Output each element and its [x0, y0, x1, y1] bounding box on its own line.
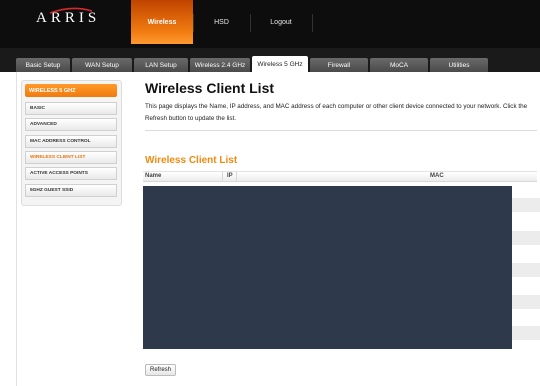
- divider: [145, 130, 537, 131]
- table-header: [143, 171, 537, 182]
- refresh-button[interactable]: Refresh: [145, 364, 177, 376]
- nav-separator: [312, 14, 313, 32]
- nav-logout[interactable]: Logout: [250, 0, 312, 44]
- tab-wireless-5ghz[interactable]: Wireless 5 GHz: [252, 56, 308, 72]
- column-header-name: Name: [145, 173, 162, 179]
- column-separator: [222, 171, 223, 182]
- sidebar-item-mac-address-control[interactable]: MAC ADDRESS CONTROL: [25, 135, 117, 148]
- content-left-border: [16, 72, 17, 386]
- sidebar-item-5ghz-guest-ssid[interactable]: 5GHZ GUEST SSID: [25, 184, 117, 197]
- sidebar-heading: WIRELESS 5 GHZ: [25, 84, 117, 97]
- section-title: Wireless Client List: [145, 155, 238, 166]
- table-row-stripe: [512, 295, 540, 309]
- nav-wireless[interactable]: Wireless: [131, 0, 193, 44]
- sidebar-item-active-access-points[interactable]: ACTIVE ACCESS POINTS: [25, 167, 117, 180]
- tab-moca[interactable]: MoCA: [370, 58, 428, 72]
- tab-basic-setup[interactable]: Basic Setup: [16, 58, 70, 72]
- tab-wan-setup[interactable]: WAN Setup: [72, 58, 132, 72]
- tab-utilities[interactable]: Utilities: [430, 58, 488, 72]
- table-row-stripe: [512, 326, 540, 340]
- column-header-mac: MAC: [430, 173, 444, 179]
- sidebar-item-advanced[interactable]: ADVANCED: [25, 118, 117, 131]
- intro-text: This page displays the Name, IP address,…: [145, 103, 528, 122]
- page-title: Wireless Client List: [145, 80, 275, 96]
- column-header-ip: IP: [227, 173, 233, 179]
- tab-lan-setup[interactable]: LAN Setup: [134, 58, 188, 72]
- table-row-stripe: [512, 231, 540, 245]
- logo-swoosh-icon: [49, 7, 93, 14]
- table-row-stripe: [512, 198, 540, 212]
- redacted-client-rows: [143, 186, 512, 349]
- nav-hsd[interactable]: HSD: [193, 0, 250, 44]
- table-row-stripe: [512, 263, 540, 277]
- tab-firewall[interactable]: Firewall: [310, 58, 368, 72]
- tab-wireless-24ghz[interactable]: Wireless 2.4 GHz: [190, 58, 250, 72]
- sidebar-item-wireless-client-list[interactable]: WIRELESS CLIENT LIST: [25, 151, 117, 164]
- column-separator: [236, 171, 237, 182]
- sidebar-item-basic[interactable]: BASIC: [25, 102, 117, 115]
